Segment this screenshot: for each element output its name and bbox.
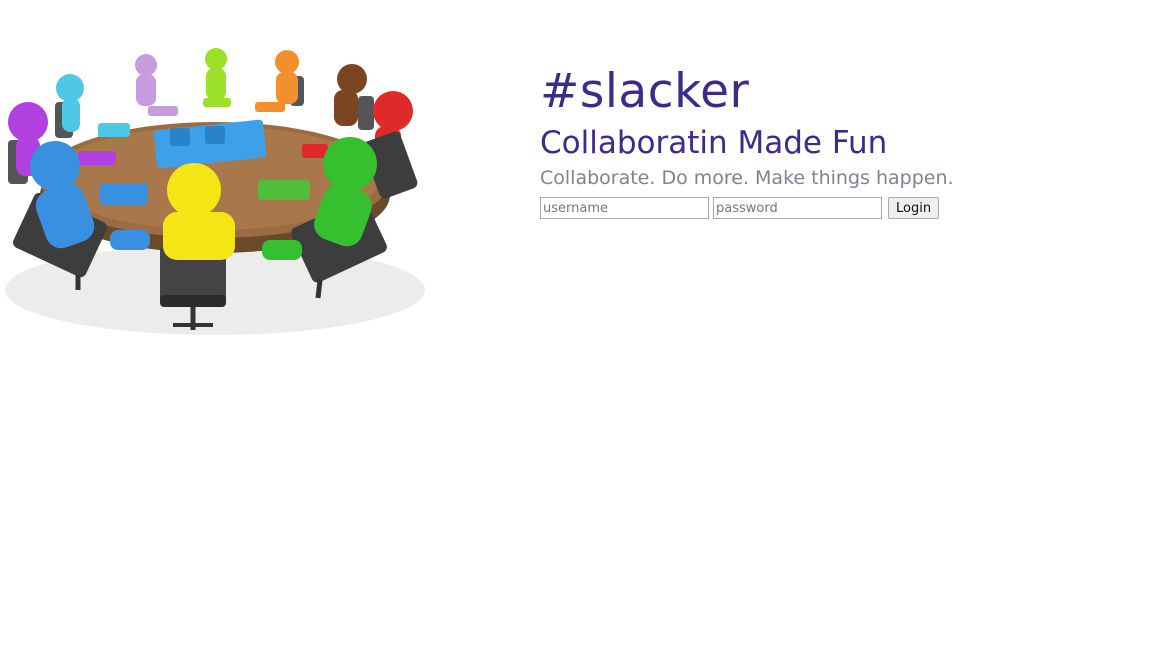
- brand-title: #slacker: [540, 64, 750, 119]
- login-form: Login: [540, 196, 1120, 220]
- team-meeting-illustration: [0, 40, 430, 340]
- login-button[interactable]: Login: [888, 197, 940, 219]
- subtitle: Collaborate. Do more. Make things happen…: [540, 167, 954, 189]
- tagline: Collaboratin Made Fun: [540, 125, 888, 161]
- login-panel: #slacker Collaboratin Made Fun Collabora…: [540, 62, 1120, 220]
- username-input[interactable]: [540, 197, 709, 219]
- password-input[interactable]: [713, 197, 882, 219]
